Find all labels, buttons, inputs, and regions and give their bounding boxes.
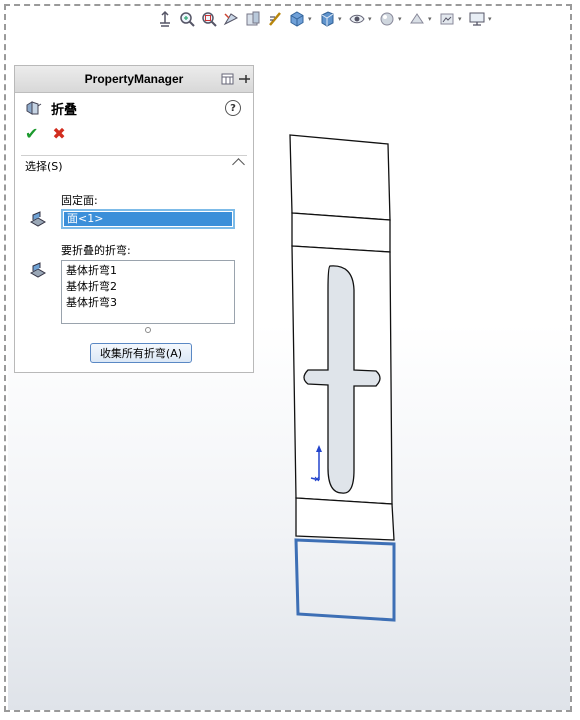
flange-top [289, 134, 391, 221]
table-icon[interactable] [221, 72, 235, 86]
selections-group-title: 选择(S) [25, 160, 63, 173]
face-selection-icon [29, 211, 47, 227]
fixed-face-highlight [294, 538, 396, 622]
ok-button[interactable]: ✔ [25, 126, 38, 142]
ok-cancel-row: ✔ ✖ [15, 123, 253, 145]
graphics-area[interactable]: ▾ ▾ ▾ ▾ ▾ ▾ ▾ PropertyManager 折叠 ? ✔ ✖ 选… [8, 8, 570, 710]
property-manager: PropertyManager 折叠 ? ✔ ✖ 选择(S) 固定面: 面<1>… [14, 65, 254, 373]
feature-name: 折叠 [51, 102, 78, 118]
fixed-face-label: 固定面: [61, 194, 98, 207]
bend-region-top [291, 212, 391, 253]
bends-to-fold-list[interactable]: 基体折弯1 基体折弯2 基体折弯3 [61, 260, 235, 324]
bend-selection-icon [29, 262, 47, 278]
pin-icon[interactable] [237, 72, 251, 86]
help-icon[interactable]: ? [225, 100, 241, 116]
list-resize-handle[interactable] [145, 327, 151, 333]
bends-to-fold-label: 要折叠的折弯: [61, 244, 131, 257]
property-manager-title: PropertyManager [84, 72, 184, 86]
collect-all-bends-button[interactable]: 收集所有折弯(A) [90, 343, 192, 363]
list-item[interactable]: 基体折弯2 [66, 279, 230, 295]
bend-region-bottom [295, 497, 395, 541]
fixed-face-field[interactable]: 面<1> [61, 209, 235, 229]
feature-title-row: 折叠 ? [15, 93, 253, 123]
fixed-face-value: 面<1> [64, 212, 232, 226]
list-item[interactable]: 基体折弯1 [66, 263, 230, 279]
chevron-up-icon[interactable] [232, 158, 245, 171]
fold-icon [25, 99, 43, 117]
selections-group-header[interactable]: 选择(S) [15, 156, 253, 176]
property-manager-header: PropertyManager [15, 66, 253, 93]
list-item[interactable]: 基体折弯3 [66, 295, 230, 311]
cancel-button[interactable]: ✖ [52, 126, 65, 142]
